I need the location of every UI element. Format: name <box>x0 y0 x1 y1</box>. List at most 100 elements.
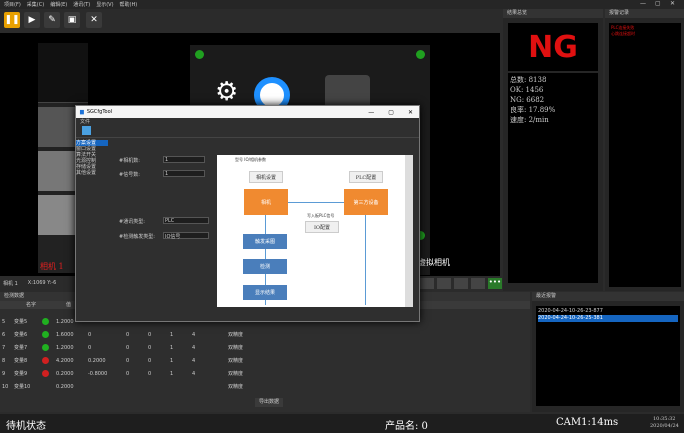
dialog-close-icon[interactable]: ✕ <box>408 109 413 116</box>
ok-status-icon <box>42 331 49 338</box>
menu-help[interactable]: 帮助(H) <box>120 1 138 8</box>
col-c: 0 <box>148 331 152 338</box>
value: 1.2000 <box>56 344 74 351</box>
row-number: 8 <box>2 357 6 364</box>
total-count: 总数: 8138 <box>510 76 547 84</box>
result-panel-title: 结果总览 <box>503 9 603 18</box>
diagram-title: 型号 IO/相机参数 <box>235 157 266 162</box>
trigger-type-select[interactable]: IO信号 <box>163 232 209 240</box>
machine-state: 待机状态 <box>6 421 46 432</box>
camera-label: 相机 1 <box>40 262 64 271</box>
clock-date: 2020/04/24 <box>650 423 679 429</box>
row-number: 9 <box>2 370 6 377</box>
view-button-icon[interactable] <box>454 278 468 289</box>
data-type: 双精度 <box>228 332 244 338</box>
ng-count: NG: 6682 <box>510 96 545 104</box>
image-icon[interactable]: ▣ <box>64 12 80 28</box>
var-name: 变量7 <box>14 345 28 351</box>
camera-count-input[interactable]: 1 <box>163 156 205 163</box>
col-f <box>212 341 226 354</box>
nav-other[interactable]: 其他设置 <box>76 170 108 176</box>
col-a: 0 <box>88 344 92 351</box>
plc-param-box: PLC配置 <box>349 171 383 183</box>
col-e: 4 <box>192 331 196 338</box>
menu-bar: 项目(F) 采集(C) 编辑(E) 通讯(T) 显示(V) 帮助(H) <box>0 0 684 9</box>
edit-icon[interactable]: ✎ <box>44 12 60 28</box>
col-b: 0 <box>126 344 130 351</box>
speed: 速度: 2/min <box>510 116 549 124</box>
table-row[interactable]: 10 变量10 0.2000 双精度 <box>0 380 266 393</box>
pause-icon[interactable]: ❚❚ <box>4 12 20 28</box>
recent-alarm-panel: 最近报警 2020-04-24-10-26-23-877 2020-04-24-… <box>532 292 684 412</box>
third-party-box: 第三方设备 <box>344 189 388 215</box>
alarm-panel: 报警记录 PLC连接失败 心跳连接超时 <box>605 9 684 291</box>
var-name: 变量9 <box>14 371 28 377</box>
col-c: 0 <box>148 370 152 377</box>
recent-alarm-item[interactable]: 2020-04-24-10-26-23-877 <box>538 308 678 315</box>
verdict-text: NG <box>528 29 578 65</box>
recent-alarm-item[interactable]: 2020-04-24-10-26-25-381 <box>538 315 678 322</box>
trigger-type-label: #检测触发类型: <box>119 234 155 240</box>
io-config-box: IO配置 <box>305 221 339 233</box>
signal-count-label: #信号数: <box>119 172 140 178</box>
col-b: 0 <box>126 331 130 338</box>
ng-status-icon <box>42 370 49 377</box>
col-c: 0 <box>148 357 152 364</box>
value: 0.2000 <box>56 370 74 377</box>
var-name: 变量6 <box>14 332 28 338</box>
col-b: 0 <box>126 370 130 377</box>
view-buttons: ••• <box>420 278 502 289</box>
col-f <box>212 367 226 380</box>
data-type: 双精度 <box>228 371 244 377</box>
menu-comm[interactable]: 通讯(T) <box>73 1 90 8</box>
menu-project[interactable]: 项目(F) <box>4 1 21 8</box>
state <box>40 341 54 354</box>
row-number: 6 <box>2 331 6 338</box>
camera-count-label: #相机数: <box>119 158 140 164</box>
col-val-header: 值 <box>66 302 72 308</box>
dialog-maximize-icon[interactable]: ▢ <box>388 109 394 116</box>
row-number: 10 <box>2 383 9 390</box>
export-button[interactable]: 导出数据 <box>255 398 283 407</box>
camera-param-box: 相机设置 <box>249 171 283 183</box>
menu-display[interactable]: 显示(V) <box>96 1 113 8</box>
ok-count: OK: 1456 <box>510 86 544 94</box>
save-icon[interactable] <box>82 126 91 135</box>
col-name-header: 名字 <box>26 302 37 308</box>
minimize-button[interactable]: — <box>640 0 646 9</box>
tools-icon[interactable]: ✕ <box>86 12 102 28</box>
menu-capture[interactable]: 采集(C) <box>27 1 44 8</box>
col-a: 0.2000 <box>88 357 106 364</box>
virtual-camera-label: 虚拟相机 <box>418 258 450 267</box>
col-f <box>212 354 226 367</box>
play-icon[interactable]: ▶ <box>24 12 40 28</box>
dialog-menu-file[interactable]: 文件 <box>76 118 419 126</box>
table-row[interactable]: 6 变量6 1.6000 0 0 0 1 4 双精度 <box>0 328 266 341</box>
diagram-scrollbar[interactable] <box>405 155 413 307</box>
camera-box: 相机 <box>244 189 288 215</box>
dialog-minimize-icon[interactable]: — <box>368 109 374 116</box>
view-button-icon[interactable] <box>437 278 451 289</box>
coords-readout: X:1069 Y:-6 <box>27 280 57 286</box>
view-button-icon[interactable] <box>420 278 434 289</box>
menu-edit[interactable]: 编辑(E) <box>50 1 67 8</box>
detect-box: 检测 <box>243 259 287 274</box>
row-number: 7 <box>2 344 6 351</box>
status-dot <box>195 50 204 59</box>
close-button[interactable]: ✕ <box>670 0 675 9</box>
config-dialog: ▆ SGCfgTool — ▢ ✕ 文件 方案设置 窗口设置 算法开关 光源控制… <box>75 105 420 322</box>
data-type: 双精度 <box>228 345 244 351</box>
clock-time: 10:35:32 <box>653 416 676 422</box>
maximize-button[interactable]: ▢ <box>655 0 661 9</box>
signal-count-input[interactable]: 1 <box>163 170 205 177</box>
more-icon[interactable]: ••• <box>488 278 502 289</box>
col-d <box>168 380 190 393</box>
table-row[interactable]: 8 变量8 4.2000 0.2000 0 0 1 4 双精度 <box>0 354 266 367</box>
comm-type-select[interactable]: PLC <box>163 217 209 224</box>
row-number: 5 <box>2 318 6 325</box>
view-button-icon[interactable] <box>471 278 485 289</box>
toolbar: ❚❚ ▶ ✎ ▣ ✕ <box>0 9 500 32</box>
table-row[interactable]: 7 变量7 1.2000 0 0 0 1 4 双精度 <box>0 341 266 354</box>
col-c <box>146 380 168 393</box>
table-row[interactable]: 9 变量9 0.2000 -0.8000 0 0 1 4 双精度 <box>0 367 266 380</box>
